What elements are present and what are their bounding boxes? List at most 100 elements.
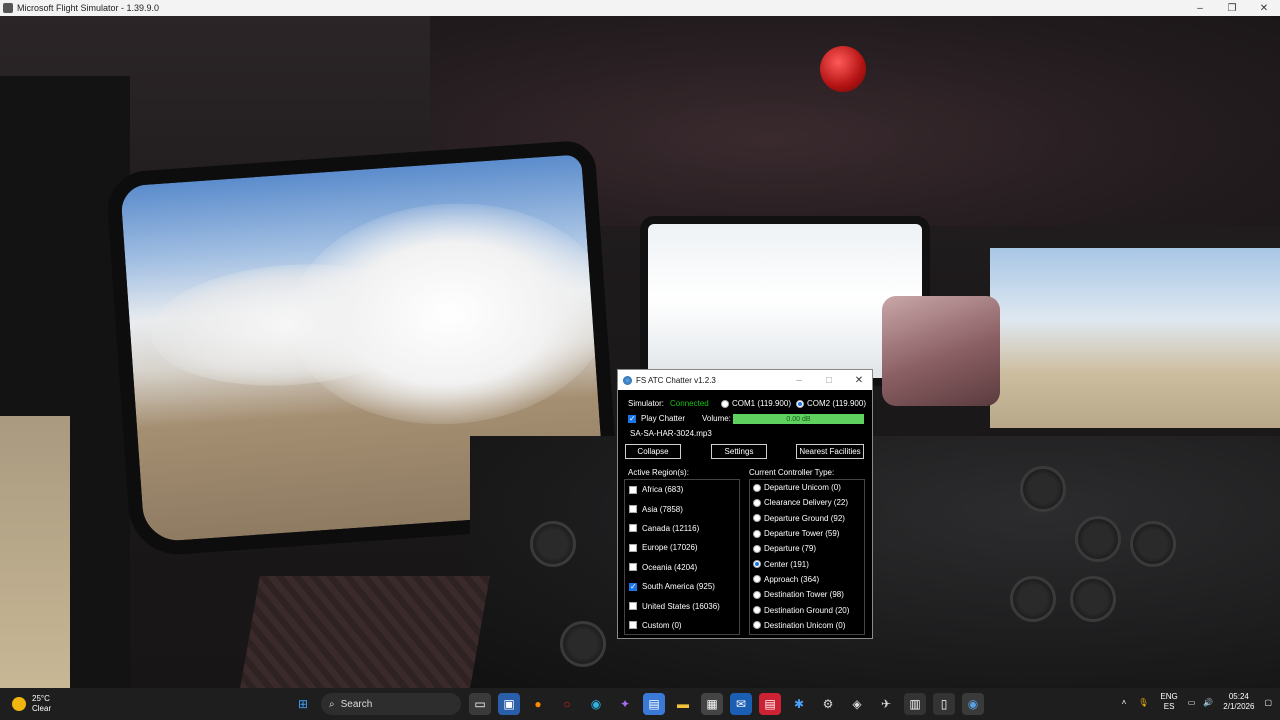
app-logo-icon bbox=[623, 375, 632, 385]
simulator-status: Simulator: Connected bbox=[628, 399, 709, 408]
controller-label: Destination Tower (98) bbox=[764, 590, 844, 600]
radio-icon bbox=[721, 399, 729, 408]
play-chatter-checkbox[interactable]: Play Chatter bbox=[628, 414, 685, 423]
radio-icon bbox=[753, 590, 761, 599]
dialog-title: FS ATC Chatter v1.2.3 bbox=[636, 375, 716, 385]
notification-icon[interactable]: ▢ bbox=[1264, 698, 1272, 707]
taskbar: 25°C Clear ⊞ ⌕ Search ▭ ▣ ● ○ ◉ ✦ ▤ ▬ ▦ … bbox=[0, 688, 1280, 720]
region-item[interactable]: United States (16036) bbox=[625, 596, 739, 615]
windows-start-icon[interactable]: ⊞ bbox=[292, 693, 314, 715]
widgets-icon[interactable]: ▣ bbox=[498, 693, 520, 715]
firefox-icon[interactable]: ● bbox=[527, 693, 549, 715]
region-label: United States (16036) bbox=[642, 601, 720, 611]
opera-icon[interactable]: ○ bbox=[556, 693, 578, 715]
volume-slider[interactable]: 0.00 dB bbox=[733, 414, 864, 424]
language-indicator[interactable]: ENG ES bbox=[1160, 692, 1177, 712]
maximize-icon[interactable]: □ bbox=[814, 370, 844, 390]
controller-label: Departure Ground (92) bbox=[764, 513, 845, 523]
region-label: South America (925) bbox=[642, 582, 715, 592]
ground-view bbox=[0, 416, 70, 688]
app-icon[interactable]: ✱ bbox=[788, 693, 810, 715]
controller-item[interactable]: Departure Unicom (0) bbox=[750, 480, 864, 495]
region-label: Asia (7858) bbox=[642, 504, 683, 514]
close-icon[interactable]: ✕ bbox=[844, 370, 874, 390]
controller-item[interactable]: Destination Unicom (0) bbox=[750, 618, 864, 633]
app-icon bbox=[3, 3, 13, 13]
controller-item[interactable]: Destination Ground (20) bbox=[750, 602, 864, 617]
controller-label: Departure (79) bbox=[764, 544, 817, 554]
maximize-icon[interactable]: ❐ bbox=[1216, 0, 1248, 16]
settings-button[interactable]: Settings bbox=[711, 444, 767, 459]
app-icon[interactable]: ▤ bbox=[759, 693, 781, 715]
controller-item[interactable]: Departure (79) bbox=[750, 541, 864, 556]
copilot-icon[interactable]: ✦ bbox=[614, 693, 636, 715]
app-icon[interactable]: ◈ bbox=[846, 693, 868, 715]
clock[interactable]: 05:24 2/1/2026 bbox=[1223, 692, 1254, 712]
regions-list: Africa (683) Asia (7858) Canada (12116) … bbox=[624, 479, 740, 635]
controller-label: Destination Unicom (0) bbox=[764, 620, 846, 630]
region-item[interactable]: Europe (17026) bbox=[625, 538, 739, 557]
minimize-icon[interactable]: – bbox=[784, 370, 814, 390]
remote-desktop-icon[interactable]: ▤ bbox=[643, 693, 665, 715]
checkbox-icon bbox=[629, 485, 637, 494]
checkbox-checked-icon bbox=[629, 582, 637, 591]
app-icon[interactable]: ▯ bbox=[933, 693, 955, 715]
radio-selected-icon bbox=[753, 560, 761, 569]
controller-item[interactable]: Departure Tower (59) bbox=[750, 526, 864, 541]
seat bbox=[240, 576, 490, 688]
region-item[interactable]: South America (925) bbox=[625, 577, 739, 596]
microphone-icon[interactable]: 🎙 bbox=[1138, 698, 1148, 707]
region-item[interactable]: Asia (7858) bbox=[625, 499, 739, 518]
collapse-button[interactable]: Collapse bbox=[625, 444, 681, 459]
file-explorer-icon[interactable]: ▬ bbox=[672, 693, 694, 715]
controller-label: Approach (364) bbox=[764, 574, 820, 584]
checkbox-checked-icon bbox=[628, 414, 636, 423]
volume-label: Volume: bbox=[702, 414, 731, 423]
atc-chatter-taskbar-icon[interactable]: ◉ bbox=[962, 693, 984, 715]
gauge-icon bbox=[530, 521, 576, 567]
gauge-icon bbox=[1010, 576, 1056, 622]
language-bottom: ES bbox=[1163, 702, 1175, 711]
controller-item[interactable]: Destination Tower (98) bbox=[750, 587, 864, 602]
store-icon[interactable]: ▦ bbox=[701, 693, 723, 715]
language-top: ENG bbox=[1160, 692, 1178, 701]
edge-icon[interactable]: ◉ bbox=[585, 693, 607, 715]
region-item[interactable]: Custom (0) bbox=[625, 616, 739, 635]
region-item[interactable]: Africa (683) bbox=[625, 480, 739, 499]
chevron-up-icon[interactable]: ˄ bbox=[1122, 698, 1127, 707]
region-label: Europe (17026) bbox=[642, 543, 698, 553]
region-item[interactable]: Oceania (4204) bbox=[625, 558, 739, 577]
volume-value: 0.00 dB bbox=[786, 415, 811, 423]
close-icon[interactable]: ✕ bbox=[1248, 0, 1280, 16]
com2-radio[interactable]: COM2 (119.900) bbox=[796, 399, 866, 408]
weather-widget[interactable]: 25°C Clear bbox=[12, 694, 51, 714]
clock-date: 2/1/2026 bbox=[1223, 702, 1255, 711]
checkbox-icon bbox=[629, 563, 637, 572]
minimize-icon[interactable]: – bbox=[1184, 0, 1216, 16]
radio-icon bbox=[753, 575, 761, 584]
controller-item[interactable]: Center (191) bbox=[750, 556, 864, 571]
clock-time: 05:24 bbox=[1228, 692, 1249, 701]
dialog-titlebar: FS ATC Chatter v1.2.3 – □ ✕ bbox=[618, 370, 872, 390]
region-label: Africa (683) bbox=[642, 485, 684, 495]
controller-item[interactable]: Clearance Delivery (22) bbox=[750, 495, 864, 510]
network-icon[interactable]: ▭ bbox=[1188, 698, 1196, 707]
radio-icon bbox=[753, 498, 761, 507]
radio-icon bbox=[753, 514, 761, 523]
flight-sim-icon[interactable]: ✈ bbox=[875, 693, 897, 715]
task-view-icon[interactable]: ▭ bbox=[469, 693, 491, 715]
gauge-icon bbox=[560, 621, 606, 667]
compass-housing bbox=[882, 296, 1000, 406]
com1-radio[interactable]: COM1 (119.900) bbox=[721, 399, 791, 408]
outlook-icon[interactable]: ✉ bbox=[730, 693, 752, 715]
region-item[interactable]: Canada (12116) bbox=[625, 519, 739, 538]
volume-icon[interactable]: 🔊 bbox=[1203, 698, 1213, 707]
controller-item[interactable]: Departure Ground (92) bbox=[750, 511, 864, 526]
controller-label: Center (191) bbox=[764, 559, 809, 569]
taskbar-search[interactable]: ⌕ Search bbox=[321, 693, 461, 715]
app-icon[interactable]: ▥ bbox=[904, 693, 926, 715]
nearest-facilities-button[interactable]: Nearest Facilities bbox=[796, 444, 864, 459]
radio-icon bbox=[753, 544, 761, 553]
controller-item[interactable]: Approach (364) bbox=[750, 572, 864, 587]
app-icon[interactable]: ⚙ bbox=[817, 693, 839, 715]
